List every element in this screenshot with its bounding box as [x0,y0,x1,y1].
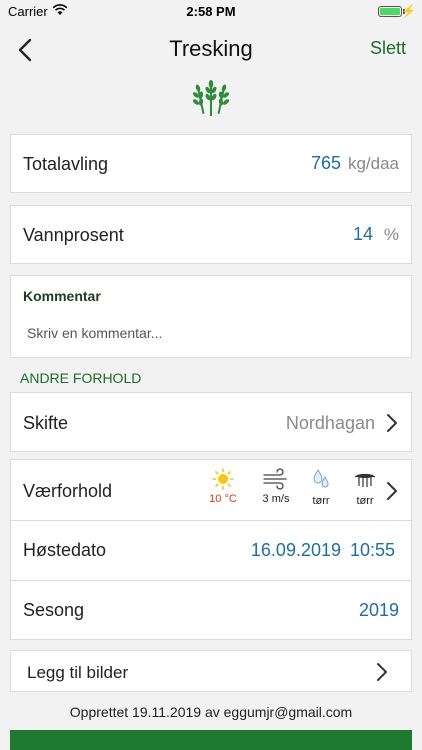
weather-item-soil: tørr [343,468,387,512]
harvest-date-value[interactable]: 16.09.2019 [251,540,341,561]
rain-drops-icon [313,469,329,488]
field-label: Skifte [23,413,69,433]
save-bar[interactable] [10,730,412,750]
total-yield-row[interactable]: Totalavling 765 kg/daa [10,134,412,193]
section-header-other: ANDRE FORHOLD [20,370,142,386]
water-percent-unit: % [383,225,399,244]
chevron-right-icon [377,663,387,681]
water-percent-value[interactable]: 14 [353,224,373,245]
precipitation-value: tørr [312,495,330,507]
status-time: 2:58 PM [186,4,236,19]
nav-bar: Tresking Slett [0,22,422,78]
charging-icon: ⚡ [401,4,416,18]
harvest-time-value[interactable]: 10:55 [350,540,395,561]
comment-card: Kommentar [10,275,412,358]
conditions-group: Værforhold 10 °C 3 m/s tørr tørr Høsteda… [10,459,412,640]
page-title: Tresking [169,36,253,61]
field-row[interactable]: Skifte Nordhagan [10,392,412,452]
status-bar: Carrier 2:58 PM ⚡ [0,0,422,22]
season-label: Sesong [23,600,85,620]
comment-title: Kommentar [23,288,101,304]
soil-moisture-icon [354,473,376,487]
weather-item-wind: 3 m/s [254,468,298,512]
weather-label: Værforhold [23,481,113,501]
water-percent-label: Vannprosent [23,225,124,245]
wind-icon [263,468,287,490]
add-photos-row[interactable]: Legg til bilder [10,650,412,692]
total-yield-value[interactable]: 765 [311,153,341,174]
soil-value: tørr [356,495,374,507]
chevron-right-icon [387,414,397,432]
weather-row[interactable]: Værforhold 10 °C 3 m/s tørr tørr [11,460,411,520]
season-row[interactable]: Sesong 2019 [11,580,411,640]
delete-button[interactable]: Slett [370,38,406,59]
weather-item-temperature: 10 °C [201,468,245,512]
wheat-icon [192,80,230,116]
comment-input[interactable] [27,322,397,344]
temperature-value: 10 °C [209,493,237,505]
water-percent-row[interactable]: Vannprosent 14 % [10,205,412,264]
harvest-date-label: Høstedato [23,540,107,560]
chevron-right-icon [387,482,397,500]
weather-item-precipitation: tørr [299,468,343,512]
created-info: Opprettet 19.11.2019 av eggumjr@gmail.co… [69,704,353,720]
battery-icon [378,6,402,17]
sun-icon [212,468,234,490]
harvest-date-row[interactable]: Høstedato 16.09.2019 10:55 [11,520,411,580]
season-value[interactable]: 2019 [359,600,399,621]
add-photos-label: Legg til bilder [27,663,129,682]
total-yield-unit: kg/daa [347,154,399,173]
field-value: Nordhagan [285,413,375,433]
wind-value: 3 m/s [262,493,290,505]
total-yield-label: Totalavling [23,154,109,174]
